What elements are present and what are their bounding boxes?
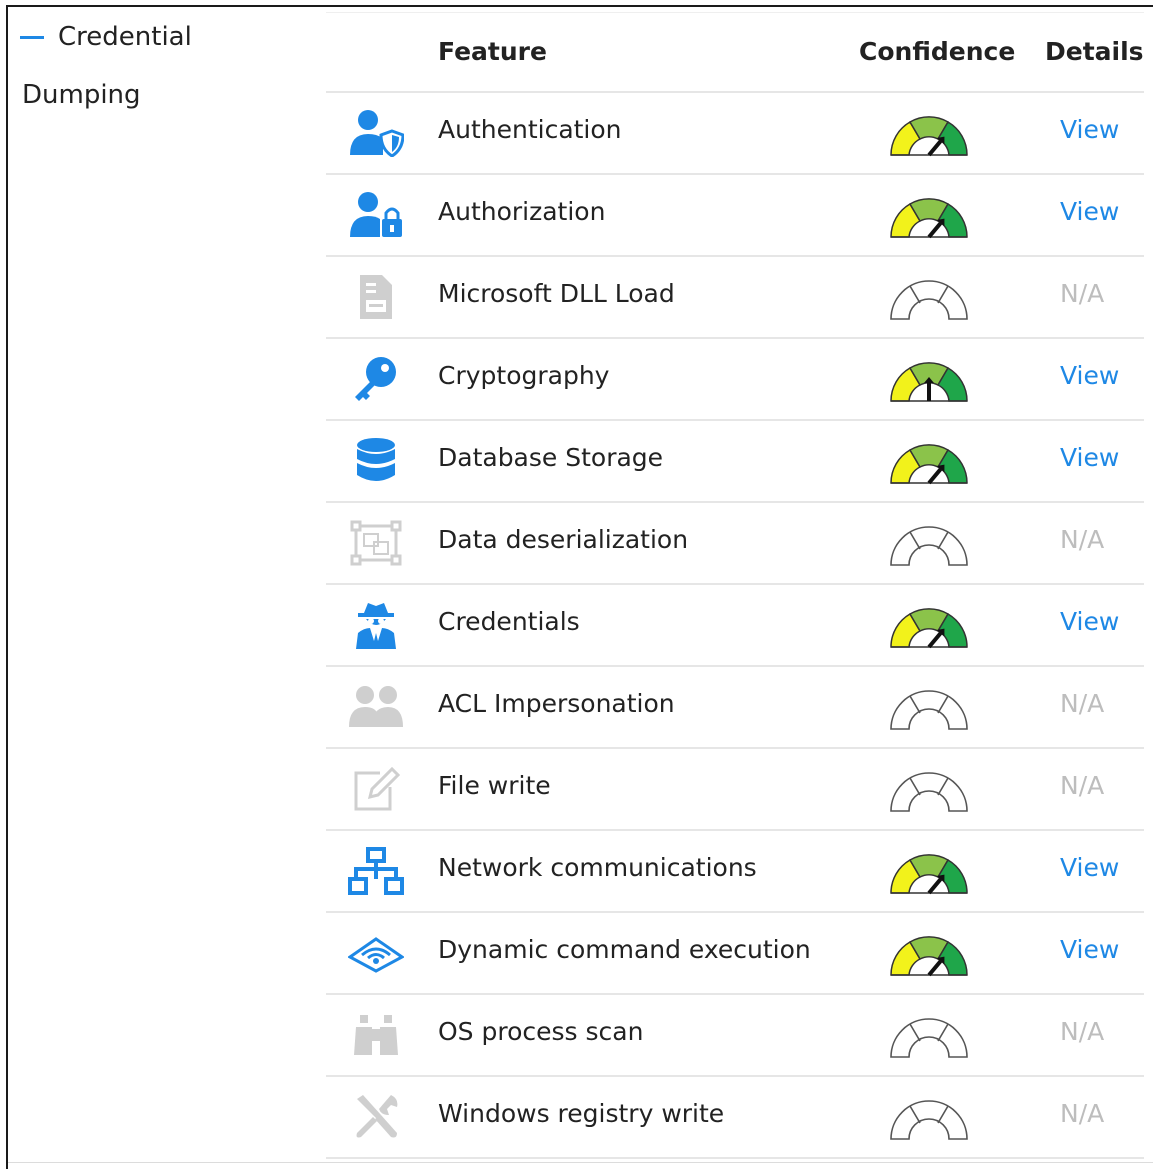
view-details-link[interactable]: View (1060, 443, 1119, 472)
feature-label: Credentials (438, 607, 580, 636)
feature-label: Cryptography (438, 361, 610, 390)
confidence-gauge (888, 275, 970, 323)
gauge-icon (890, 690, 968, 730)
details-na: N/A (1060, 771, 1105, 800)
feature-label: Data deserialization (438, 525, 689, 554)
table-row: Database Storage View (326, 421, 1144, 503)
table-row: Credentials View (326, 585, 1144, 667)
table-header: Feature Confidence Details (326, 12, 1144, 93)
table-row: Windows registry write N/A (326, 1077, 1144, 1159)
details-na: N/A (1060, 1099, 1105, 1128)
table-row: OS process scan N/A (326, 995, 1144, 1077)
gauge-icon (890, 936, 968, 977)
feature-label: Network communications (438, 853, 757, 882)
category-label: Credential (58, 22, 192, 52)
header-details: Details (1045, 37, 1144, 66)
feature-label: File write (438, 771, 551, 800)
confidence-gauge (888, 1013, 970, 1061)
confidence-gauge (888, 767, 970, 815)
table-row: Cryptography View (326, 339, 1144, 421)
header-confidence: Confidence (859, 37, 1016, 66)
view-details-link[interactable]: View (1060, 361, 1119, 390)
gauge-icon (890, 526, 968, 566)
object-group-icon (348, 516, 404, 570)
table-row: ACL Impersonation N/A (326, 667, 1144, 749)
feature-label: Microsoft DLL Load (438, 279, 675, 308)
tools-icon (348, 1090, 404, 1144)
view-details-link[interactable]: View (1060, 197, 1119, 226)
table-row: Data deserialization N/A (326, 503, 1144, 585)
confidence-gauge (888, 1095, 970, 1143)
confidence-gauge (888, 685, 970, 733)
table-row: File write N/A (326, 749, 1144, 831)
binoculars-icon (348, 1008, 404, 1062)
collapse-icon (20, 35, 44, 39)
category-label-line2: Dumping (22, 80, 141, 110)
feature-label: Authorization (438, 197, 606, 226)
gauge-icon (890, 280, 968, 320)
details-na: N/A (1060, 1017, 1105, 1046)
details-na: N/A (1060, 689, 1105, 718)
table-row: Authorization View (326, 175, 1144, 257)
details-na: N/A (1060, 525, 1105, 554)
table-row: Authentication View (326, 93, 1144, 175)
gauge-icon (890, 1100, 968, 1140)
user-lock-icon (348, 188, 404, 242)
confidence-gauge (888, 111, 970, 159)
divider (8, 1162, 1153, 1163)
wifi-icon (348, 926, 404, 980)
view-details-link[interactable]: View (1060, 935, 1119, 964)
gauge-icon (890, 854, 968, 895)
table-row: Dynamic command execution View (326, 913, 1144, 995)
database-icon (348, 434, 404, 488)
gauge-icon (890, 362, 968, 402)
confidence-gauge (888, 849, 970, 897)
feature-label: ACL Impersonation (438, 689, 675, 718)
header-feature: Feature (438, 37, 547, 66)
confidence-gauge (888, 439, 970, 487)
details-na: N/A (1060, 279, 1105, 308)
view-details-link[interactable]: View (1060, 853, 1119, 882)
feature-label: OS process scan (438, 1017, 644, 1046)
feature-table: Feature Confidence Details Authenticatio… (326, 12, 1144, 1159)
user-secret-icon (348, 598, 404, 652)
key-icon (348, 352, 404, 406)
confidence-gauge (888, 931, 970, 979)
confidence-gauge (888, 521, 970, 569)
user-shield-icon (348, 106, 404, 160)
feature-label: Database Storage (438, 443, 664, 472)
category-collapse-toggle[interactable]: Credential (20, 22, 192, 52)
confidence-gauge (888, 193, 970, 241)
feature-label: Authentication (438, 115, 622, 144)
gauge-icon (890, 198, 968, 239)
network-icon (348, 844, 404, 898)
gauge-icon (890, 1018, 968, 1058)
gauge-icon (890, 608, 968, 649)
feature-label: Dynamic command execution (438, 935, 811, 964)
gauge-icon (890, 116, 968, 157)
edit-icon (348, 762, 404, 816)
users-icon (348, 680, 404, 734)
feature-label: Windows registry write (438, 1099, 725, 1128)
view-details-link[interactable]: View (1060, 607, 1119, 636)
gauge-icon (890, 772, 968, 812)
confidence-gauge (888, 357, 970, 405)
table-row: Microsoft DLL Load N/A (326, 257, 1144, 339)
view-details-link[interactable]: View (1060, 115, 1119, 144)
gauge-icon (890, 444, 968, 485)
table-row: Network communications View (326, 831, 1144, 913)
file-icon (348, 270, 404, 324)
confidence-gauge (888, 603, 970, 651)
